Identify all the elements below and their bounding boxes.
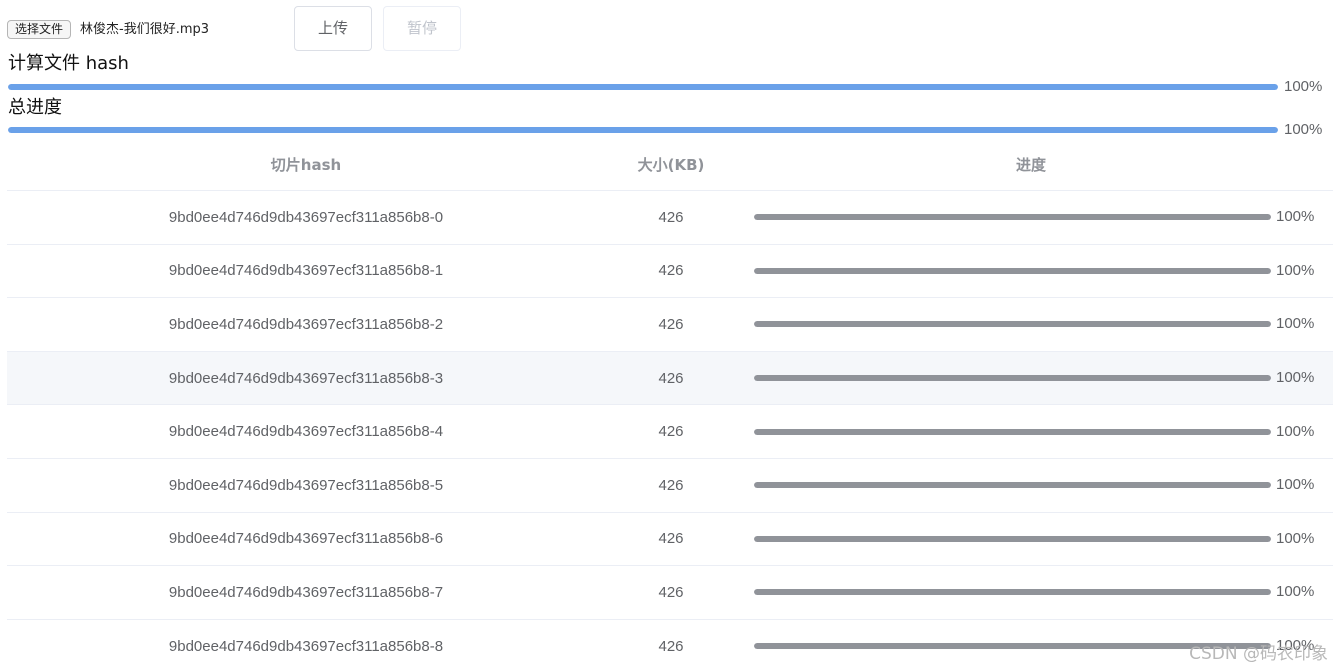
table-row: 9bd0ee4d746d9db43697ecf311a856b8-7 426 100… [7,566,1333,620]
chunk-size: 426 [658,369,684,387]
chunk-size: 426 [658,637,684,655]
total-progress-fill [8,127,1278,133]
chunk-progress-track [754,589,1271,596]
chunk-hash: 9bd0ee4d746d9db43697ecf311a856b8-8 [168,637,444,655]
table-row: 9bd0ee4d746d9db43697ecf311a856b8-4 426 100… [7,405,1333,459]
chunk-progress: 100% [737,245,1333,298]
chunk-progress: 100% [737,352,1333,405]
chunk-table: 切片hash 大小(KB) 进度 9bd0ee4d746d9db43697ecf… [7,138,1333,670]
chunk-progress-fill [754,214,1271,221]
chunk-progress-text: 100% [1276,529,1315,547]
chunk-progress-track [754,214,1271,221]
pause-button[interactable]: 暂停 [383,6,461,51]
header-hash: 切片hash [270,155,342,174]
header-progress-text: 进度 [1015,155,1046,174]
chunk-progress: 100% [737,298,1333,351]
chunk-size: 426 [658,476,684,494]
hash-progress-fill [8,84,1278,90]
table-row: 9bd0ee4d746d9db43697ecf311a856b8-1 426 100… [7,245,1333,299]
total-progress-text: 100% [1284,121,1323,138]
chunk-progress-text: 100% [1276,422,1315,440]
hash-progress-label: 计算文件 hash [8,53,129,74]
header-size: 大小(KB) [637,155,705,174]
chunk-progress: 100% [737,405,1333,458]
chunk-progress-text: 100% [1276,476,1315,494]
chunk-progress: 100% [737,191,1333,244]
table-body: 9bd0ee4d746d9db43697ecf311a856b8-0 426 100… [7,191,1333,670]
chunk-size: 426 [658,262,684,280]
watermark: CSDN @码农印象 [1189,644,1328,664]
chunk-size: 426 [658,315,684,333]
table-row: 9bd0ee4d746d9db43697ecf311a856b8-5 426 100… [7,459,1333,513]
chunk-progress-fill [754,375,1271,382]
upload-button[interactable]: 上传 [294,6,372,51]
chunk-progress: 100% [737,459,1333,512]
chunk-size: 426 [658,530,684,548]
chunk-hash: 9bd0ee4d746d9db43697ecf311a856b8-7 [168,583,444,601]
chunk-size: 426 [658,583,684,601]
chunk-progress-track [754,267,1271,274]
chunk-progress-text: 100% [1276,261,1315,279]
table-row: 9bd0ee4d746d9db43697ecf311a856b8-8 426 100… [7,620,1333,670]
chunk-progress-fill [754,428,1271,435]
chunk-progress-text: 100% [1276,583,1315,601]
selected-file-name: 林俊杰-我们很好.mp3 [80,22,210,37]
chunk-progress-text: 100% [1276,208,1315,226]
chunk-progress-fill [754,321,1271,328]
total-progress-label: 总进度 [8,97,62,118]
chunk-progress-fill [754,535,1271,542]
choose-file-button[interactable]: 选择文件 [7,20,72,39]
total-progress-track [8,127,1278,133]
chunk-size: 426 [658,208,684,226]
chunk-hash: 9bd0ee4d746d9db43697ecf311a856b8-5 [168,476,444,494]
chunk-progress: 100% [737,566,1333,619]
chunk-hash: 9bd0ee4d746d9db43697ecf311a856b8-0 [168,208,444,226]
chunk-progress-text: 100% [1276,315,1315,333]
table-row: 9bd0ee4d746d9db43697ecf311a856b8-3 426 100… [7,351,1333,406]
chunk-progress-track [754,375,1271,382]
chunk-size: 426 [658,423,684,441]
chunk-progress-text: 100% [1276,369,1315,387]
table-row: 9bd0ee4d746d9db43697ecf311a856b8-6 426 100… [7,513,1333,567]
table-header: 切片hash 大小(KB) 进度 [7,138,1333,191]
header-progress: 进度 [737,138,1333,190]
hash-progress-text: 100% [1284,78,1323,95]
chunk-progress-fill [754,482,1271,489]
table-row: 9bd0ee4d746d9db43697ecf311a856b8-0 426 100… [7,191,1333,245]
chunk-progress-track [754,428,1271,435]
table-row: 9bd0ee4d746d9db43697ecf311a856b8-2 426 100… [7,298,1333,352]
chunk-progress-track [754,482,1271,489]
chunk-progress-fill [754,589,1271,596]
upload-toolbar: 选择文件 林俊杰-我们很好.mp3 上传 暂停 [0,0,1342,56]
chunk-progress-track [754,535,1271,542]
chunk-hash: 9bd0ee4d746d9db43697ecf311a856b8-1 [168,262,444,280]
chunk-hash: 9bd0ee4d746d9db43697ecf311a856b8-6 [168,530,444,548]
chunk-hash: 9bd0ee4d746d9db43697ecf311a856b8-4 [168,423,444,441]
hash-progress-track [8,84,1278,90]
chunk-progress: 100% [737,513,1333,566]
chunk-progress-track [754,321,1271,328]
chunk-progress-fill [754,267,1271,274]
chunk-hash: 9bd0ee4d746d9db43697ecf311a856b8-3 [168,369,444,387]
chunk-hash: 9bd0ee4d746d9db43697ecf311a856b8-2 [168,315,444,333]
